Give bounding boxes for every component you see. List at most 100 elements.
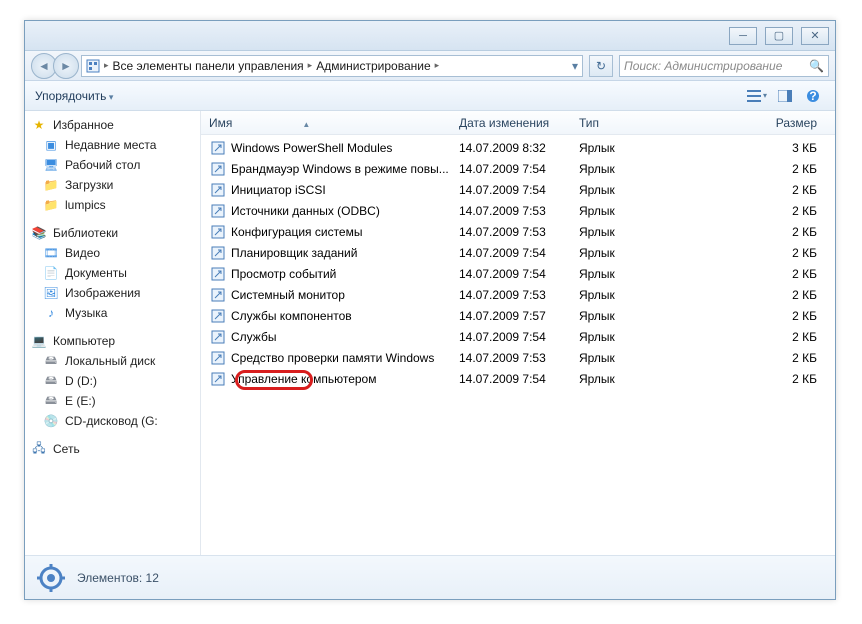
folder-icon: 📁 <box>43 177 59 193</box>
maximize-button[interactable]: ▢ <box>765 27 793 45</box>
gear-icon <box>35 562 67 594</box>
sidebar-item-music[interactable]: ♪Музыка <box>25 303 200 323</box>
status-bar: Элементов: 12 <box>25 555 835 599</box>
organize-menu[interactable]: Упорядочить <box>35 89 113 103</box>
column-type[interactable]: Тип <box>579 116 695 130</box>
sidebar-network[interactable]: 🖧Сеть <box>25 439 200 459</box>
file-type: Ярлык <box>579 267 695 281</box>
file-row[interactable]: Просмотр событий 14.07.2009 7:54Ярлык2 КБ <box>201 263 835 284</box>
file-name: Брандмауэр Windows в режиме повы... <box>231 162 449 176</box>
file-size: 2 КБ <box>695 372 827 386</box>
picture-icon: 🖼 <box>43 285 59 301</box>
file-date: 14.07.2009 7:54 <box>459 162 579 176</box>
search-icon[interactable]: 🔍 <box>809 59 824 73</box>
file-name: Системный монитор <box>231 288 345 302</box>
sidebar-item-video[interactable]: 🎞Видео <box>25 243 200 263</box>
file-row[interactable]: Инициатор iSCSI14.07.2009 7:54Ярлык2 КБ <box>201 179 835 200</box>
column-name[interactable]: Имя▲ <box>209 116 459 130</box>
file-type: Ярлык <box>579 372 695 386</box>
file-name: Планировщик заданий <box>231 246 357 260</box>
file-size: 3 КБ <box>695 141 827 155</box>
sidebar-item-cd[interactable]: 💿CD-дисковод (G: <box>25 411 200 431</box>
file-name: Источники данных (ODBC) <box>231 204 380 218</box>
breadcrumb-part-2[interactable]: Администрирование <box>316 59 430 73</box>
sidebar-item-d[interactable]: 🖴D (D:) <box>25 371 200 391</box>
sort-asc-icon: ▲ <box>302 120 310 129</box>
sidebar-item-lumpics[interactable]: 📁lumpics <box>25 195 200 215</box>
file-row[interactable]: Windows PowerShell Modules14.07.2009 8:3… <box>201 137 835 158</box>
toolbar: Упорядочить ▾ ? <box>25 81 835 111</box>
close-button[interactable]: ✕ <box>801 27 829 45</box>
file-type: Ярлык <box>579 162 695 176</box>
file-type: Ярлык <box>579 225 695 239</box>
view-mode-button[interactable]: ▾ <box>745 85 769 107</box>
minimize-button[interactable]: ─ <box>729 27 757 45</box>
sidebar-item-e[interactable]: 🖴E (E:) <box>25 391 200 411</box>
file-size: 2 КБ <box>695 162 827 176</box>
file-type: Ярлык <box>579 309 695 323</box>
file-row[interactable]: Службы14.07.2009 7:54Ярлык2 КБ <box>201 326 835 347</box>
column-size[interactable]: Размер <box>695 116 827 130</box>
address-bar: ◄ ► ▸ Все элементы панели управления ▸ А… <box>25 51 835 81</box>
sidebar-item-documents[interactable]: 📄Документы <box>25 263 200 283</box>
chevron-right-icon: ▸ <box>435 60 440 71</box>
chevron-down-icon[interactable]: ▾ <box>572 59 578 73</box>
column-headers: Имя▲ Дата изменения Тип Размер <box>201 111 835 135</box>
column-date[interactable]: Дата изменения <box>459 116 579 130</box>
explorer-window: ─ ▢ ✕ ◄ ► ▸ Все элементы панели управлен… <box>24 20 836 600</box>
disc-icon: 💿 <box>43 413 59 429</box>
sidebar-item-localdisk[interactable]: 🖴Локальный диск <box>25 351 200 371</box>
file-size: 2 КБ <box>695 246 827 260</box>
sidebar-item-downloads[interactable]: 📁Загрузки <box>25 175 200 195</box>
file-row[interactable]: Брандмауэр Windows в режиме повы... 14.07… <box>201 158 835 179</box>
file-type: Ярлык <box>579 183 695 197</box>
shortcut-icon <box>209 162 227 176</box>
file-date: 14.07.2009 7:54 <box>459 267 579 281</box>
file-size: 2 КБ <box>695 288 827 302</box>
file-name: Просмотр событий <box>231 267 336 281</box>
recent-icon: ▣ <box>43 137 59 153</box>
help-button[interactable]: ? <box>801 85 825 107</box>
search-input[interactable]: Поиск: Администрирование 🔍 <box>619 55 829 77</box>
file-row[interactable]: Источники данных (ODBC)14.07.2009 7:53Яр… <box>201 200 835 221</box>
file-row[interactable]: Службы компонентов14.07.2009 7:57Ярлык2 … <box>201 305 835 326</box>
sidebar-item-desktop[interactable]: 🖥Рабочий стол <box>25 155 200 175</box>
file-date: 14.07.2009 7:53 <box>459 225 579 239</box>
star-icon: ★ <box>31 117 47 133</box>
breadcrumb-field[interactable]: ▸ Все элементы панели управления ▸ Админ… <box>81 55 583 77</box>
preview-pane-button[interactable] <box>773 85 797 107</box>
file-row[interactable]: Системный монитор14.07.2009 7:53Ярлык2 К… <box>201 284 835 305</box>
sidebar-computer[interactable]: 💻Компьютер <box>25 331 200 351</box>
title-bar[interactable]: ─ ▢ ✕ <box>25 21 835 51</box>
file-date: 14.07.2009 7:54 <box>459 330 579 344</box>
refresh-button[interactable]: ↻ <box>589 55 613 77</box>
navigation-pane[interactable]: ★Избранное ▣Недавние места 🖥Рабочий стол… <box>25 111 201 555</box>
drive-icon: 🖴 <box>43 373 59 389</box>
file-type: Ярлык <box>579 246 695 260</box>
shortcut-icon <box>209 141 227 155</box>
sidebar-item-pictures[interactable]: 🖼Изображения <box>25 283 200 303</box>
sidebar-favorites[interactable]: ★Избранное <box>25 115 200 135</box>
status-text: Элементов: 12 <box>77 571 159 585</box>
network-icon: 🖧 <box>31 441 47 457</box>
libraries-icon: 📚 <box>31 225 47 241</box>
video-icon: 🎞 <box>43 245 59 261</box>
file-rows: Windows PowerShell Modules14.07.2009 8:3… <box>201 135 835 555</box>
file-date: 14.07.2009 7:54 <box>459 183 579 197</box>
file-date: 14.07.2009 7:53 <box>459 288 579 302</box>
sidebar-libraries[interactable]: 📚Библиотеки <box>25 223 200 243</box>
file-size: 2 КБ <box>695 267 827 281</box>
nav-buttons: ◄ ► <box>31 53 75 79</box>
breadcrumb-part-1[interactable]: Все элементы панели управления <box>113 59 304 73</box>
forward-button[interactable]: ► <box>53 53 79 79</box>
file-type: Ярлык <box>579 351 695 365</box>
file-row[interactable]: Средство проверки памяти Windows14.07.20… <box>201 347 835 368</box>
file-size: 2 КБ <box>695 351 827 365</box>
file-row[interactable]: Планировщик заданий14.07.2009 7:54Ярлык2… <box>201 242 835 263</box>
file-row[interactable]: Управление компьютером14.07.2009 7:54Ярл… <box>201 368 835 389</box>
search-placeholder: Поиск: Администрирование <box>624 59 782 73</box>
sidebar-item-recent[interactable]: ▣Недавние места <box>25 135 200 155</box>
shortcut-icon <box>209 225 227 239</box>
file-row[interactable]: Конфигурация системы14.07.2009 7:53Ярлык… <box>201 221 835 242</box>
file-name: Windows PowerShell Modules <box>231 141 392 155</box>
